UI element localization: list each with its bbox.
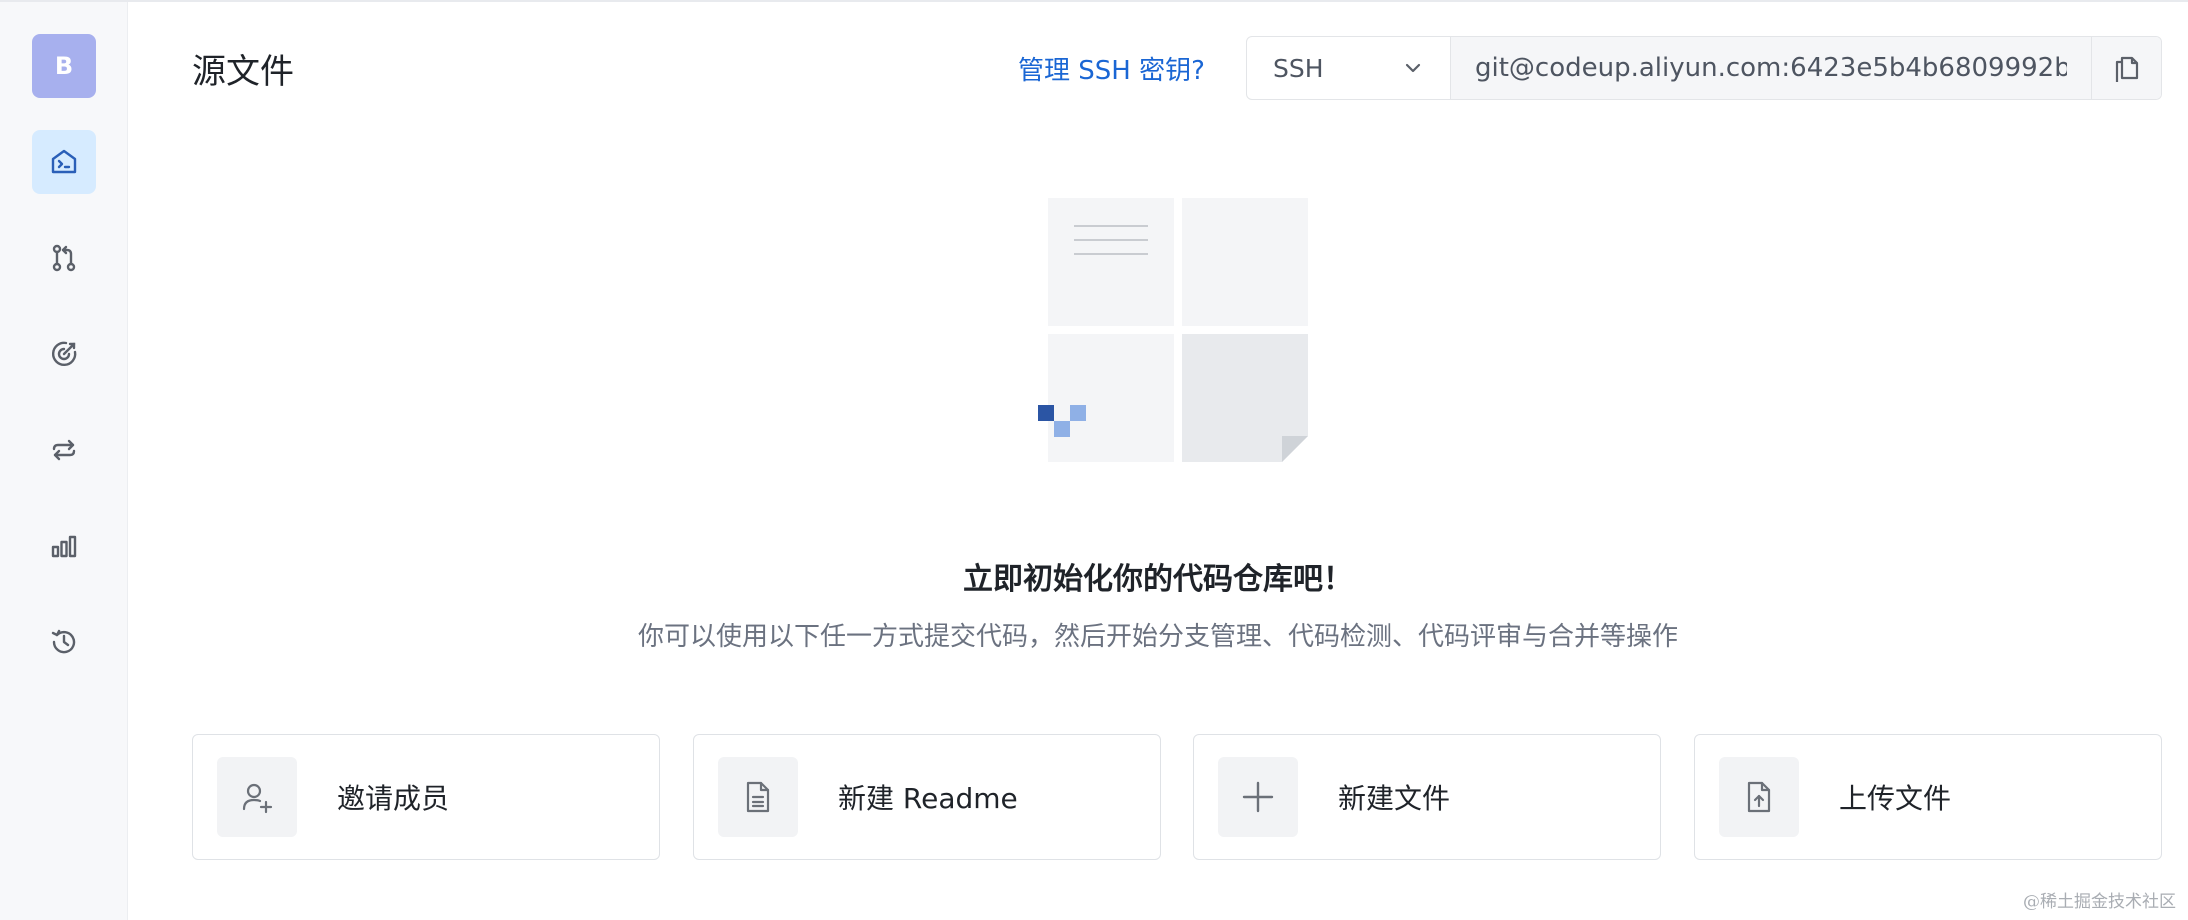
watermark: @稀土掘金技术社区 [2023,892,2176,912]
app-frame: B 源文件 管理 SSH 密钥? SSH git@codeup.aliyun.c… [0,0,2188,920]
card-label: 新建文件 [1338,782,1451,815]
chevron-down-icon [1405,63,1421,73]
sidebar-item-pipelines[interactable] [32,418,96,482]
protocol-select[interactable]: SSH [1247,37,1451,99]
copy-icon [2115,56,2138,82]
manage-ssh-keys-link[interactable]: 管理 SSH 密钥? [1018,50,1205,87]
sidebar: B [0,2,128,920]
sidebar-item-merge-requests[interactable] [32,226,96,290]
repo-home-icon [51,149,77,174]
upload-file-card[interactable]: 上传文件 [1694,734,2162,860]
page-title: 源文件 [192,52,294,92]
invite-members-card[interactable]: 邀请成员 [192,734,660,860]
plus-icon [1242,781,1274,813]
new-readme-card[interactable]: 新建 Readme [693,734,1161,860]
sync-arrows-icon [52,439,76,461]
card-label: 上传文件 [1839,782,1952,815]
protocol-select-value: SSH [1273,53,1324,83]
card-icon-box [1719,757,1799,837]
card-icon-box [1218,757,1298,837]
empty-repo-illustration [1038,198,1308,462]
sidebar-item-code-review[interactable] [32,322,96,386]
file-upload-icon [1747,781,1771,813]
card-label: 新建 Readme [838,782,1018,815]
target-icon [51,341,77,367]
new-file-card[interactable]: 新建文件 [1193,734,1661,860]
card-label: 邀请成员 [337,782,450,815]
card-icon-box [718,757,798,837]
empty-state-description: 你可以使用以下任一方式提交代码，然后开始分支管理、代码检测、代码评审与合并等操作 [637,622,1678,652]
sidebar-item-source[interactable] [32,130,96,194]
project-avatar[interactable]: B [32,34,96,98]
card-icon-box [217,757,297,837]
clone-url-box: SSH [1246,36,2162,100]
document-icon [746,781,770,813]
empty-state-title: 立即初始化你的代码仓库吧！ [963,562,1353,597]
copy-url-button[interactable] [2091,37,2161,99]
clone-url-field[interactable] [1451,37,2091,99]
add-user-icon [242,783,273,814]
merge-request-icon [52,244,76,272]
